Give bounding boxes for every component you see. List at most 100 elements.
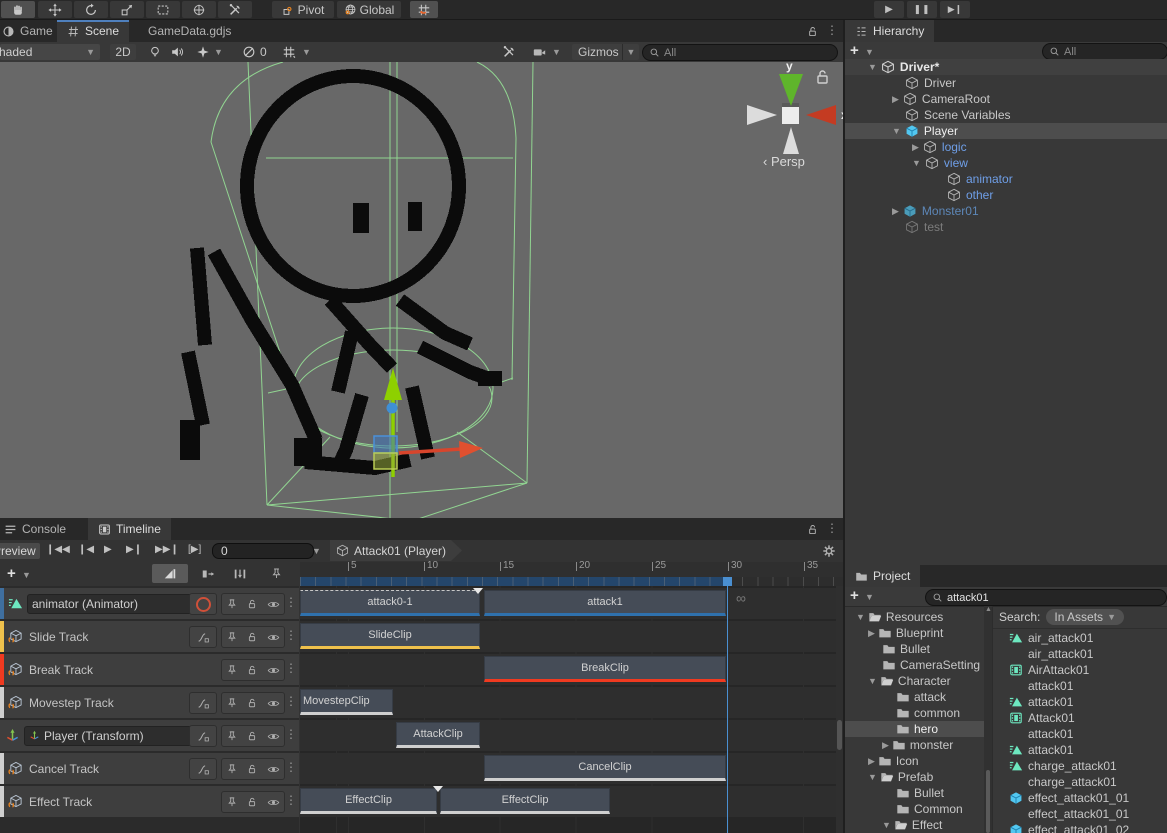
clip-effect-1[interactable]: EffectClip (300, 788, 437, 814)
track-menu-kebab[interactable]: ⋮ (285, 628, 297, 642)
timeline-settings-gear-icon[interactable] (822, 544, 836, 558)
play-range-button[interactable]: [▶] (188, 544, 201, 555)
foldout-icon[interactable]: ▶ (912, 142, 919, 153)
search-scope-dropdown[interactable]: In Assets ▼ (1046, 609, 1124, 625)
clip-break[interactable]: BreakClip (484, 656, 726, 682)
marker-toggle-button[interactable] (262, 564, 290, 583)
prev-frame-button[interactable]: ❙◀ (78, 544, 94, 555)
hidden-objects-icon[interactable] (242, 45, 256, 59)
play-button[interactable]: ▶ (874, 1, 904, 18)
global-toggle[interactable]: Global (337, 1, 401, 18)
preview-toggle[interactable]: Preview (0, 543, 40, 559)
timeline-breadcrumb[interactable]: Attack01 (Player) (330, 540, 462, 561)
playhead-marker[interactable] (723, 577, 732, 586)
clip-attack0-1[interactable]: attack0-1 (300, 590, 480, 616)
curves-button[interactable] (189, 626, 217, 648)
lock-icon[interactable] (246, 796, 258, 808)
mix-mode-button[interactable] (152, 564, 188, 583)
rect-tool-button[interactable] (146, 1, 180, 18)
add-track-button[interactable]: + (7, 565, 16, 582)
hierarchy-add-button[interactable]: + (850, 42, 859, 59)
track-menu-kebab[interactable]: ⋮ (285, 661, 297, 675)
pin-icon[interactable] (226, 730, 238, 742)
timeline-vscrollbar[interactable] (836, 586, 843, 833)
next-frame-button[interactable]: ▶❙ (126, 544, 142, 555)
step-button[interactable]: ▶❙ (940, 1, 970, 18)
track-menu-kebab[interactable]: ⋮ (285, 760, 297, 774)
lock-icon[interactable] (246, 697, 258, 709)
scene-tools-icon[interactable] (502, 45, 516, 59)
result-row[interactable]: air_attack01 (993, 646, 1167, 662)
clip-movestep[interactable]: MovestepClip (300, 689, 393, 715)
scrollbar-thumb[interactable] (986, 770, 990, 833)
pin-icon[interactable] (226, 763, 238, 775)
hierarchy-item-scene[interactable]: ▼ Driver* (845, 59, 1167, 75)
hierarchy-item-cameraroot[interactable]: ▶ CameraRoot (845, 91, 1167, 107)
result-row[interactable]: charge_attack01 (993, 774, 1167, 790)
result-row[interactable]: Attack01 (993, 710, 1167, 726)
hierarchy-search-input[interactable]: All (1042, 43, 1167, 60)
project-add-chevron[interactable]: ▼ (865, 592, 874, 602)
camera-chevron-icon[interactable]: ▼ (552, 47, 561, 57)
scrollbar-thumb[interactable] (837, 720, 842, 750)
tab-project[interactable]: Project (845, 565, 920, 587)
hierarchy-add-chevron[interactable]: ▼ (865, 47, 874, 57)
pin-icon[interactable] (226, 697, 238, 709)
scene-menu-kebab[interactable]: ⋮ (826, 23, 838, 37)
foldout-icon[interactable]: ▼ (892, 126, 901, 136)
track-animator[interactable]: animator (Animator) ⋮ (0, 588, 299, 619)
hierarchy-item-monster01[interactable]: ▶ Monster01 (845, 203, 1167, 219)
audio-toggle-icon[interactable] (170, 45, 184, 59)
goto-end-button[interactable]: ▶▶❙ (155, 544, 179, 555)
result-row[interactable]: charge_attack01 (993, 758, 1167, 774)
track-menu-kebab[interactable]: ⋮ (285, 793, 297, 807)
track-effect[interactable]: Effect Track ⋮ (0, 786, 299, 817)
hand-tool-button[interactable] (1, 1, 35, 18)
track-cancel[interactable]: Cancel Track ⋮ (0, 753, 299, 784)
lighting-toggle-icon[interactable] (148, 45, 162, 59)
eye-icon[interactable] (267, 664, 280, 677)
grid-chevron-icon[interactable]: ▼ (302, 47, 311, 57)
scene-camera-icon[interactable] (532, 45, 547, 59)
project-search-input[interactable]: attack01 (925, 589, 1167, 606)
custom-tool-button[interactable] (218, 1, 252, 18)
shading-dropdown[interactable]: Shaded ▼ (0, 44, 100, 60)
tab-scene[interactable]: Scene (57, 20, 129, 42)
frame-dropdown-chevron[interactable]: ▼ (312, 546, 321, 556)
hierarchy-item-view[interactable]: ▼ view (845, 155, 1167, 171)
timeline-clips-area[interactable]: attack0-1 attack1 ∞ SlideClip BreakClip … (300, 586, 843, 833)
tab-hierarchy[interactable]: Hierarchy (845, 20, 934, 42)
clip-effect-2[interactable]: EffectClip (440, 788, 610, 814)
result-row[interactable]: effect_attack01_01 (993, 790, 1167, 806)
scale-tool-button[interactable] (110, 1, 144, 18)
pin-icon[interactable] (226, 598, 238, 610)
folder-camerasetting[interactable]: CameraSetting (845, 657, 984, 673)
grid-snap-toggle[interactable] (410, 1, 438, 18)
pivot-toggle[interactable]: Pivot (272, 1, 334, 18)
hierarchy-item-logic[interactable]: ▶ logic (845, 139, 1167, 155)
lock-icon[interactable] (246, 631, 258, 643)
playhead-line[interactable] (727, 586, 728, 833)
clip-cancel[interactable]: CancelClip (484, 755, 726, 781)
scroll-up-icon[interactable]: ▲ (985, 606, 992, 613)
foldout-icon[interactable]: ▶ (892, 206, 899, 217)
curves-button[interactable] (189, 758, 217, 780)
hierarchy-item-animator[interactable]: animator (845, 171, 1167, 187)
lock-icon[interactable] (246, 730, 258, 742)
foldout-icon[interactable]: ▼ (868, 62, 877, 72)
move-tool-button[interactable] (38, 1, 72, 18)
scene-lock-icon[interactable] (806, 25, 819, 38)
result-row[interactable]: effect_attack01_01 (993, 806, 1167, 822)
transform-tool-button[interactable] (182, 1, 216, 18)
folder-prefab[interactable]: ▼Prefab (845, 769, 984, 785)
curves-button[interactable] (189, 692, 217, 714)
track-menu-kebab[interactable]: ⋮ (285, 595, 297, 609)
gizmos-button[interactable]: Gizmos (572, 44, 625, 60)
scene-search-input[interactable]: All (642, 44, 838, 61)
clip-marker-icon[interactable] (473, 588, 483, 594)
hierarchy-item-scene-variables[interactable]: Scene Variables (845, 107, 1167, 123)
track-menu-kebab[interactable]: ⋮ (285, 694, 297, 708)
eye-icon[interactable] (267, 796, 280, 809)
clip-slide[interactable]: SlideClip (300, 623, 480, 649)
animator-object-field[interactable]: animator (Animator) (27, 594, 213, 614)
